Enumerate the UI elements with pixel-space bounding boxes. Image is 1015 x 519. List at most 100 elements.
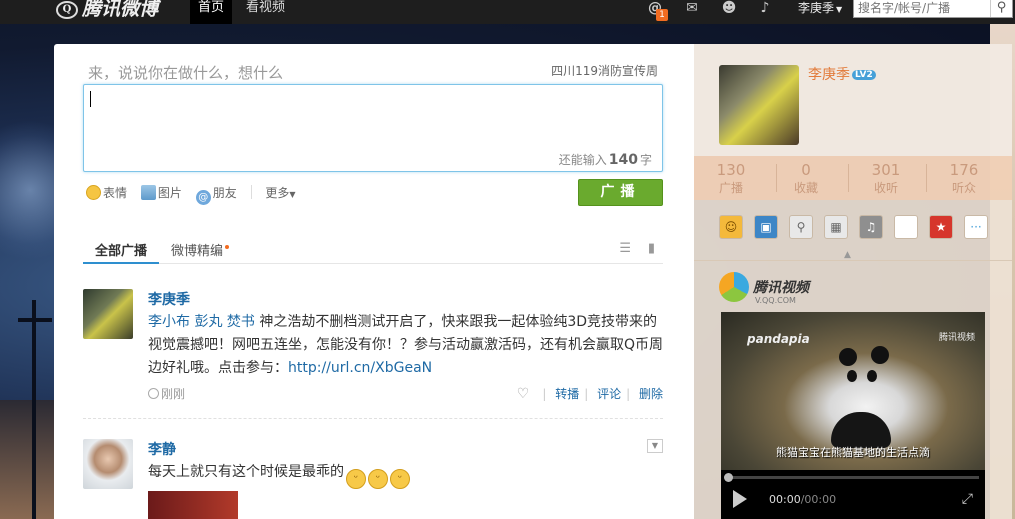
video-player[interactable]: pandapia 腾讯视频 熊猫宝宝在熊猫基地的生活点滴 00:00/00:00… bbox=[721, 312, 985, 519]
new-dot bbox=[225, 245, 230, 249]
mail-icon[interactable]: ✉ bbox=[682, 0, 702, 16]
post-text: 李小布 彭丸 焚书 神之浩劫不删档测试开启了，快来跟我一起体验纯3D竞技带来的视… bbox=[148, 311, 668, 380]
composer-toolbar: 表情 图片 @ 朋友 更多▼ bbox=[86, 184, 306, 205]
logo-text: 腾讯微博 bbox=[82, 0, 159, 20]
stat-followers[interactable]: 176 听众 bbox=[929, 161, 999, 196]
game-app-icon[interactable]: ▦ bbox=[824, 215, 848, 239]
video-subtitle: 熊猫宝宝在熊猫基地的生活点滴 bbox=[776, 446, 930, 459]
feed-item: 李庚季 李小布 彭丸 焚书 神之浩劫不删档测试开启了，快来跟我一起体验纯3D竞技… bbox=[83, 289, 663, 419]
nav-home-tab[interactable]: 首页 bbox=[190, 0, 233, 24]
heart-icon[interactable]: ♡ bbox=[517, 386, 530, 402]
profile-name[interactable]: 李庚季 LV2 bbox=[808, 64, 876, 84]
avatar[interactable] bbox=[83, 439, 133, 489]
progress-knob[interactable] bbox=[724, 473, 733, 482]
stat-value: 301 bbox=[871, 161, 901, 179]
tencent-video-logo[interactable]: 腾讯视频 V.QQ.COM bbox=[719, 272, 809, 306]
emoji-button[interactable]: 表情 bbox=[86, 184, 127, 201]
delete-button[interactable]: 删除 bbox=[639, 387, 663, 401]
comment-button[interactable]: 评论 bbox=[597, 387, 621, 401]
photo-app-icon[interactable]: ▣ bbox=[754, 215, 778, 239]
stat-label: 收藏 bbox=[793, 181, 818, 195]
emoticon-icon: ᵕ bbox=[346, 469, 366, 489]
profile-avatar[interactable] bbox=[719, 65, 799, 145]
video-brand: 腾讯视频 bbox=[753, 280, 809, 296]
post-time[interactable]: 刚刚 bbox=[148, 385, 185, 402]
video-progress-bar[interactable] bbox=[724, 473, 979, 482]
search-box: ⚲ bbox=[853, 0, 1013, 18]
stat-value: 176 bbox=[949, 161, 979, 179]
video-brand-sub: V.QQ.COM bbox=[755, 296, 796, 305]
stat-value: 0 bbox=[801, 161, 811, 179]
collapse-arrow-icon[interactable]: ▲ bbox=[844, 250, 851, 260]
username: 李庚季 bbox=[798, 1, 835, 15]
top-nav-bar: Q腾讯微博 首页 看视频 @ 1 ✉ ☻ ♪ 李庚季▼ ⚲ bbox=[0, 0, 1015, 24]
feed-tabs: 全部广播 微博精编 ☰ ▮ bbox=[83, 234, 663, 264]
sidebar-divider bbox=[694, 260, 1012, 261]
tencent-video-mark-icon bbox=[719, 272, 749, 302]
post-body: 每天上就只有这个时候是最乖的 bbox=[148, 464, 344, 480]
music-app-icon[interactable]: ♫ bbox=[859, 215, 883, 239]
search-input[interactable] bbox=[854, 0, 984, 16]
card-view-icon[interactable]: ▮ bbox=[648, 241, 655, 256]
panda-eye bbox=[867, 370, 877, 382]
profile-card: 李庚季 LV2 bbox=[694, 44, 1012, 156]
avatar[interactable] bbox=[83, 289, 133, 339]
action-divider: | bbox=[542, 387, 547, 401]
mentions[interactable]: 李小布 彭丸 焚书 bbox=[148, 314, 255, 330]
author-name[interactable]: 李静 bbox=[148, 439, 176, 459]
tab-digest[interactable]: 微博精编 bbox=[171, 240, 230, 259]
search-icon[interactable]: ⚲ bbox=[990, 0, 1012, 17]
clock-icon bbox=[148, 388, 159, 399]
char-counter-prefix: 还能输入 bbox=[558, 153, 607, 167]
stat-following[interactable]: 301 收听 bbox=[851, 161, 921, 196]
stat-divider bbox=[848, 164, 849, 192]
char-counter: 还能输入 140 字 bbox=[559, 151, 652, 168]
stat-value: 130 bbox=[716, 161, 746, 179]
tab-all-posts[interactable]: 全部广播 bbox=[95, 240, 147, 259]
action-divider: | bbox=[626, 387, 631, 401]
list-view-icon[interactable]: ☰ bbox=[619, 241, 631, 256]
repost-button[interactable]: 转播 bbox=[555, 387, 579, 401]
background-pole-bar bbox=[18, 318, 52, 322]
emoji-label: 表情 bbox=[103, 186, 128, 200]
post-link[interactable]: http://url.cn/XbGeaN bbox=[288, 360, 432, 376]
more-apps-icon[interactable]: ··· bbox=[964, 215, 988, 239]
stat-favorites[interactable]: 0 收藏 bbox=[771, 161, 841, 196]
tencent-weibo-logo[interactable]: Q 腾讯微博 bbox=[56, 0, 158, 24]
image-button[interactable]: 图片 bbox=[140, 184, 182, 201]
right-sidebar: 李庚季 LV2 130 广播 0 收藏 301 收听 176 听众 ☺ ▣ ⚲ ▦ ♫ ★… bbox=[694, 44, 1012, 519]
composer-textarea[interactable]: 还能输入 140 字 bbox=[83, 84, 663, 172]
nav-video-tab[interactable]: 看视频 bbox=[238, 0, 293, 24]
play-icon[interactable] bbox=[733, 490, 747, 508]
stat-posts[interactable]: 130 广播 bbox=[696, 161, 766, 196]
qq-pet-icon[interactable]: ☺ bbox=[719, 215, 743, 239]
search-app-icon[interactable]: ⚲ bbox=[789, 215, 813, 239]
user-menu[interactable]: 李庚季 ▼ bbox=[798, 0, 842, 18]
blank-app-icon[interactable] bbox=[894, 215, 918, 239]
stat-divider bbox=[926, 164, 927, 192]
fullscreen-icon[interactable]: ⤢ bbox=[962, 491, 973, 507]
action-divider: | bbox=[584, 387, 589, 401]
background-pole bbox=[32, 300, 36, 519]
star-app-icon[interactable]: ★ bbox=[929, 215, 953, 239]
stat-label: 广播 bbox=[718, 181, 743, 195]
user-icon[interactable]: ☻ bbox=[719, 0, 739, 16]
at-friend-icon: @ bbox=[195, 190, 211, 205]
profile-name-label: 李庚季 bbox=[808, 67, 850, 83]
post-image-thumbnail[interactable] bbox=[148, 491, 238, 519]
level-badge[interactable]: LV2 bbox=[852, 70, 876, 80]
sound-icon[interactable]: ♪ bbox=[755, 0, 775, 16]
active-tab-indicator bbox=[83, 262, 159, 264]
author-name[interactable]: 李庚季 bbox=[148, 289, 190, 309]
topic-link[interactable]: 四川119消防宣传周 bbox=[551, 62, 658, 79]
image-label: 图片 bbox=[157, 186, 182, 200]
friend-button[interactable]: @ 朋友 bbox=[195, 184, 237, 205]
more-button[interactable]: 更多▼ bbox=[265, 184, 295, 201]
emoji-icon bbox=[86, 185, 101, 200]
chevron-down-icon: ▼ bbox=[289, 190, 296, 199]
video-frame: pandapia 腾讯视频 熊猫宝宝在熊猫基地的生活点滴 bbox=[721, 312, 985, 470]
chevron-down-icon[interactable]: ▼ bbox=[647, 439, 663, 453]
post-text: 每天上就只有这个时候是最乖的 ᵕ ᵕ ᵕ bbox=[148, 461, 668, 489]
post-button[interactable]: 广播 bbox=[578, 179, 663, 206]
panda-ear bbox=[839, 348, 857, 366]
